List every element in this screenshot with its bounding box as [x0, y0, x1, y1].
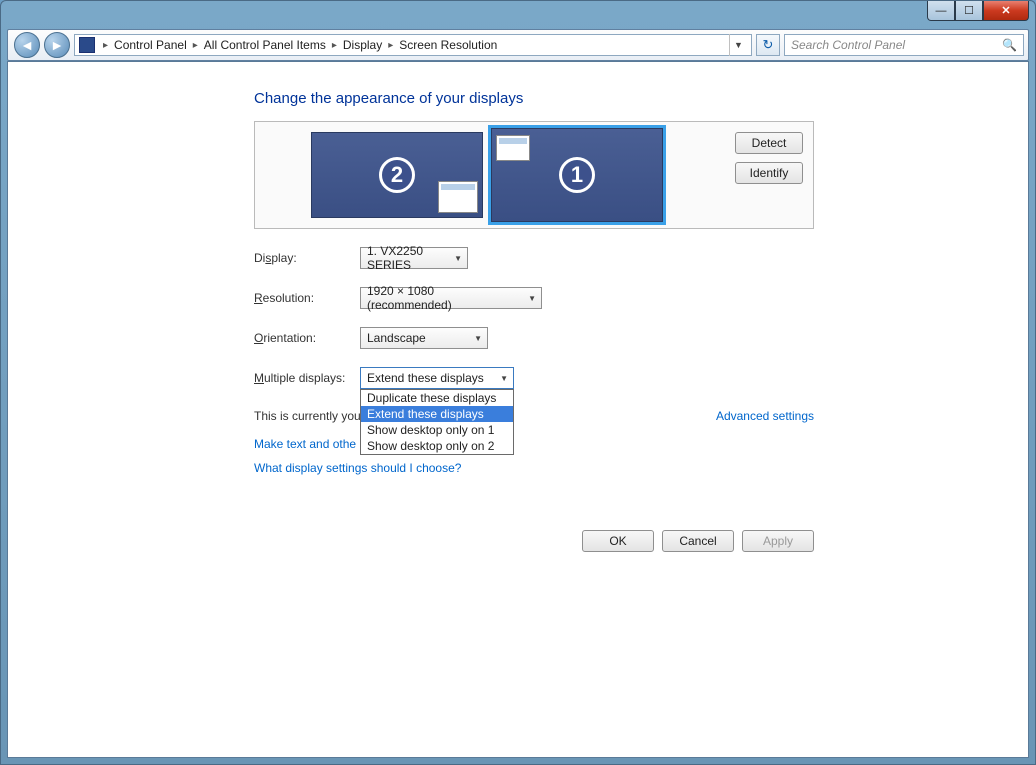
monitor-number: 2: [379, 157, 415, 193]
window-frame: — ☐ ✕ ◄ ► ▸ Control Panel ▸ All Control …: [0, 0, 1036, 765]
dropdown-option[interactable]: Show desktop only on 2: [361, 438, 513, 454]
search-input[interactable]: Search Control Panel 🔍: [784, 34, 1024, 56]
page-title: Change the appearance of your displays: [254, 90, 1028, 107]
breadcrumb[interactable]: Control Panel: [110, 38, 191, 52]
orientation-label: Orientation:: [254, 331, 360, 345]
main-display-note: This is currently you: [254, 409, 361, 423]
close-button[interactable]: ✕: [983, 1, 1029, 21]
dropdown-option[interactable]: Duplicate these displays: [361, 390, 513, 406]
search-placeholder: Search Control Panel: [791, 38, 905, 52]
chevron-right-icon: ▸: [191, 40, 200, 51]
resolution-select[interactable]: 1920 × 1080 (recommended): [360, 287, 542, 309]
monitor-number: 1: [559, 157, 595, 193]
chevron-right-icon: ▸: [330, 40, 339, 51]
resolution-label: Resolution:: [254, 291, 360, 305]
maximize-button[interactable]: ☐: [955, 1, 983, 21]
help-link[interactable]: What display settings should I choose?: [254, 461, 461, 475]
advanced-settings-link[interactable]: Advanced settings: [716, 409, 814, 423]
apply-button[interactable]: Apply: [742, 530, 814, 552]
refresh-button[interactable]: ↻: [756, 34, 780, 56]
display-label: Display:: [254, 251, 360, 265]
chevron-right-icon: ▸: [386, 40, 395, 51]
breadcrumb[interactable]: All Control Panel Items: [200, 38, 330, 52]
navigation-bar: ◄ ► ▸ Control Panel ▸ All Control Panel …: [7, 29, 1029, 61]
dropdown-option[interactable]: Extend these displays: [361, 406, 513, 422]
monitor-2[interactable]: 2: [311, 132, 483, 218]
breadcrumb[interactable]: Screen Resolution: [395, 38, 501, 52]
forward-button[interactable]: ►: [44, 32, 70, 58]
text-size-link[interactable]: Make text and othe: [254, 437, 356, 451]
display-select[interactable]: 1. VX2250 SERIES: [360, 247, 468, 269]
detect-button[interactable]: Detect: [735, 132, 803, 154]
control-panel-icon: [79, 37, 95, 53]
multiple-displays-value: Extend these displays: [367, 371, 484, 385]
multiple-displays-menu: Duplicate these displays Extend these di…: [360, 389, 514, 455]
content-pane: Change the appearance of your displays 2…: [7, 61, 1029, 758]
address-bar[interactable]: ▸ Control Panel ▸ All Control Panel Item…: [74, 34, 752, 56]
dropdown-option[interactable]: Show desktop only on 1: [361, 422, 513, 438]
multiple-displays-label: Multiple displays:: [254, 371, 360, 385]
ok-button[interactable]: OK: [582, 530, 654, 552]
cancel-button[interactable]: Cancel: [662, 530, 734, 552]
desktop-icon: [496, 135, 530, 161]
display-preview: 2 1 Detect Identify: [254, 121, 814, 229]
desktop-icon: [438, 181, 478, 213]
chevron-right-icon: ▸: [101, 40, 110, 51]
identify-button[interactable]: Identify: [735, 162, 803, 184]
search-icon: 🔍: [1002, 38, 1017, 52]
minimize-button[interactable]: —: [927, 1, 955, 21]
back-button[interactable]: ◄: [14, 32, 40, 58]
orientation-select[interactable]: Landscape: [360, 327, 488, 349]
monitor-1[interactable]: 1: [491, 128, 663, 222]
window-controls: — ☐ ✕: [927, 1, 1029, 21]
breadcrumb[interactable]: Display: [339, 38, 386, 52]
multiple-displays-select[interactable]: Extend these displays Duplicate these di…: [360, 367, 514, 389]
dialog-buttons: OK Cancel Apply: [254, 530, 814, 552]
address-dropdown-icon[interactable]: ▼: [729, 34, 747, 56]
